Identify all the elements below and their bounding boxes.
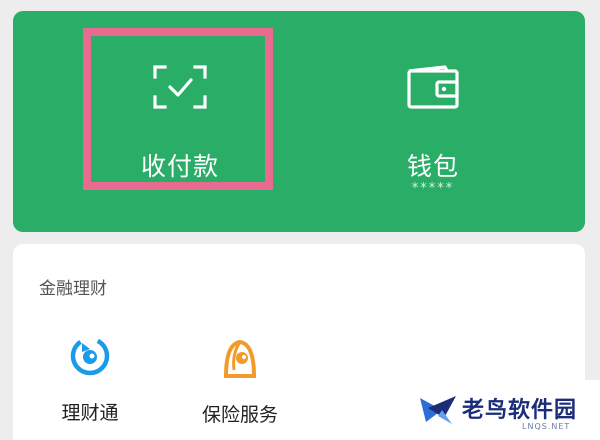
bird-logo-icon bbox=[418, 392, 458, 432]
wallet-icon bbox=[407, 65, 459, 113]
highlight-box bbox=[83, 28, 273, 190]
wallet-label: 钱包 bbox=[406, 152, 459, 181]
wallet-button[interactable]: 钱包 ***** bbox=[343, 25, 523, 200]
watermark: 老鸟软件园 LNQS.NET bbox=[400, 380, 600, 440]
insurance-label: 保险服务 bbox=[201, 404, 278, 426]
licaitong-button[interactable]: 理财通 bbox=[35, 336, 145, 425]
insurance-button[interactable]: 保险服务 bbox=[185, 336, 295, 427]
watermark-url: LNQS.NET bbox=[522, 422, 571, 431]
insurance-icon bbox=[185, 336, 295, 382]
watermark-text: 老鸟软件园 bbox=[462, 398, 578, 423]
licaitong-label: 理财通 bbox=[61, 402, 119, 424]
licaitong-icon bbox=[35, 336, 145, 380]
wallet-balance-mask: ***** bbox=[411, 181, 455, 196]
section-title: 金融理财 bbox=[39, 279, 107, 299]
wechat-pay-panel: 收付款 钱包 ***** bbox=[13, 11, 585, 232]
